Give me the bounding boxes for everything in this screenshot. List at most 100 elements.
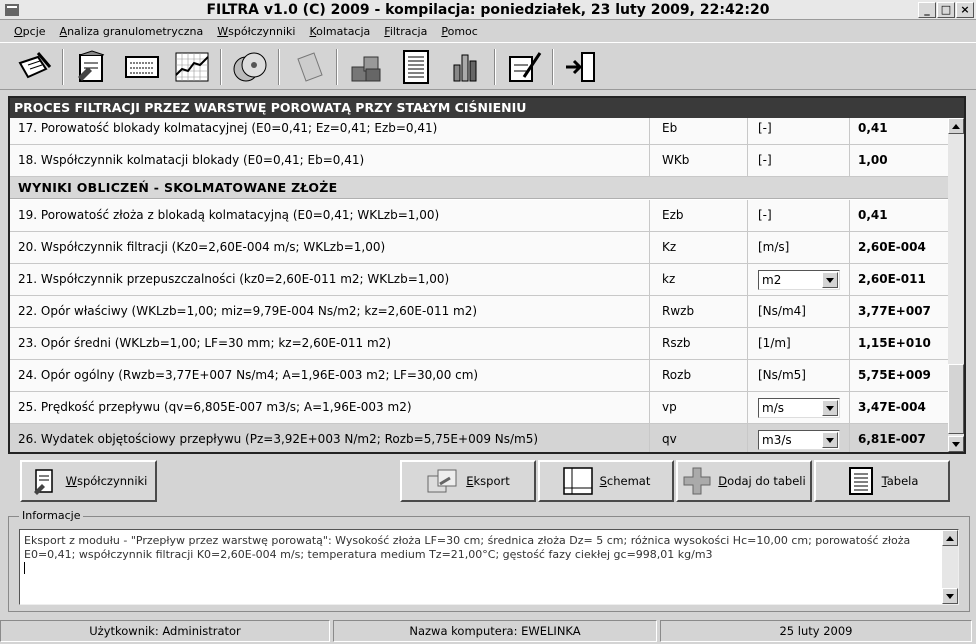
status-date: 25 luty 2009 [660, 620, 972, 642]
row-description: 21. Współczynnik przepuszczalności (kz0=… [10, 264, 650, 295]
unit-select-value: m2 [762, 273, 782, 287]
row-symbol: WKb [650, 145, 748, 176]
row-description: 22. Opór właściwy (WKLzb=1,00; miz=9,79E… [10, 296, 650, 327]
table-row[interactable]: 19. Porowatość złoża z blokadą kolmatacy… [10, 200, 948, 232]
row-description: 26. Wydatek objętościowy przepływu (Pz=3… [10, 424, 650, 452]
status-user: Użytkownik: Administrator [0, 620, 330, 642]
row-description: 17. Porowatość blokady kolmatacyjnej (E0… [10, 118, 650, 144]
scroll-down-button[interactable] [948, 436, 964, 452]
chevron-down-icon[interactable] [822, 400, 838, 416]
row-value: 0,41 [858, 121, 888, 135]
wspolczynniki-label: Współczynniki [65, 474, 148, 488]
menu-bar: Opcje Analiza granulometryczna Współczyn… [0, 21, 976, 41]
list-doc-icon[interactable] [122, 49, 162, 85]
table-row[interactable]: 24. Opór ogólny (Rwzb=3,77E+007 Ns/m4; A… [10, 360, 948, 392]
menu-filtracja[interactable]: Filtracja [384, 25, 427, 38]
plus-icon [683, 467, 711, 495]
table-row[interactable]: 18. Współczynnik kolmatacji blokady (E0=… [10, 145, 948, 177]
chevron-down-icon[interactable] [822, 432, 838, 448]
exit-door-icon[interactable] [562, 49, 602, 85]
row-description: 25. Prędkość przepływu (qv=6,805E-007 m3… [10, 392, 650, 423]
chart-grid-icon[interactable] [172, 49, 212, 85]
unit-select-value: m/s [762, 401, 784, 415]
unit-select[interactable]: m/s [758, 398, 840, 418]
row-unit: [-] [748, 145, 850, 176]
title-bar: FILTRA v1.0 (C) 2009 - kompilacja: ponie… [0, 0, 976, 20]
dodaj-do-tabeli-button[interactable]: Dodaj do tabeli [676, 460, 812, 502]
info-scrollbar[interactable] [942, 530, 958, 604]
table-row[interactable]: 17. Porowatość blokady kolmatacyjnej (E0… [10, 118, 948, 145]
row-unit: [Ns/m4] [748, 296, 850, 327]
eksport-label: Eksport [466, 474, 510, 488]
signature-doc-icon[interactable] [504, 49, 544, 85]
row-symbol: kz [650, 264, 748, 295]
row-description: 24. Opór ogólny (Rwzb=3,77E+007 Ns/m4; A… [10, 360, 650, 391]
info-scroll-down[interactable] [942, 588, 958, 604]
info-group: Informacje Eksport z modułu - "Przepływ … [8, 509, 970, 612]
bar-chart-icon[interactable] [446, 49, 486, 85]
scroll-thumb[interactable] [948, 364, 964, 434]
table-row[interactable]: 21. Współczynnik przepuszczalności (kz0=… [10, 264, 948, 296]
window-title: FILTRA v1.0 (C) 2009 - kompilacja: ponie… [206, 2, 770, 18]
scroll-up-button[interactable] [948, 118, 964, 134]
table-row[interactable]: 20. Współczynnik filtracji (Kz0=2,60E-00… [10, 232, 948, 264]
table-row[interactable]: 23. Opór średni (WKLzb=1,00; LF=30 mm; k… [10, 328, 948, 360]
tabela-button[interactable]: Tabela [814, 460, 950, 502]
section-header: WYNIKI OBLICZEŃ - SKOLMATOWANE ZŁOŻE [10, 177, 948, 199]
row-unit: m3/s [748, 424, 850, 452]
table-row[interactable]: 22. Opór właściwy (WKLzb=1,00; miz=9,79E… [10, 296, 948, 328]
table-row[interactable]: 26. Wydatek objętościowy przepływu (Pz=3… [10, 424, 948, 452]
row-unit: m2 [748, 264, 850, 295]
row-unit: m/s [748, 392, 850, 423]
minimize-button[interactable]: _ [918, 2, 936, 18]
menu-pomoc[interactable]: Pomoc [441, 25, 477, 38]
status-bar: Użytkownik: Administrator Nazwa komputer… [0, 620, 976, 642]
dodaj-label: Dodaj do tabeli [718, 474, 806, 488]
row-value: 6,81E-007 [858, 432, 926, 446]
info-scroll-up[interactable] [942, 530, 958, 546]
results-panel: PROCES FILTRACJI PRZEZ WARSTWĘ POROWATĄ … [8, 96, 966, 454]
grid-scrollbar[interactable] [948, 118, 964, 452]
row-symbol: Kz [650, 232, 748, 263]
row-description: 23. Opór średni (WKLzb=1,00; LF=30 mm; k… [10, 328, 650, 359]
app-icon [5, 4, 19, 16]
document-edit-icon [33, 469, 53, 495]
tabela-label: Tabela [881, 474, 919, 488]
row-symbol: Rozb [650, 360, 748, 391]
export-icon [427, 469, 457, 493]
row-symbol: Ezb [650, 200, 748, 231]
row-value: 3,77E+007 [858, 304, 931, 318]
unit-select[interactable]: m2 [758, 270, 840, 290]
row-value: 1,00 [858, 153, 888, 167]
panel-title: PROCES FILTRACJI PRZEZ WARSTWĘ POROWATĄ … [10, 98, 964, 118]
eksport-button[interactable]: Eksport [400, 460, 536, 502]
row-symbol: qv [650, 424, 748, 452]
schemat-label: Schemat [599, 474, 651, 488]
menu-wspolczynniki[interactable]: Współczynniki [217, 25, 295, 38]
row-value: 3,47E-004 [858, 400, 926, 414]
report-icon[interactable] [396, 49, 436, 85]
unit-select-value: m3/s [762, 433, 792, 447]
info-textarea[interactable]: Eksport z modułu - "Przepływ przez warst… [19, 529, 959, 605]
row-symbol: Rwzb [650, 296, 748, 327]
menu-kolmatacja[interactable]: Kolmatacja [309, 25, 370, 38]
info-legend: Informacje [19, 509, 84, 522]
notepad-pen-icon[interactable] [14, 49, 54, 85]
row-symbol: Rszb [650, 328, 748, 359]
close-button[interactable]: × [956, 2, 974, 18]
row-unit: [-] [748, 118, 850, 144]
status-computer: Nazwa komputera: EWELINKA [333, 620, 657, 642]
book-icon[interactable] [290, 49, 330, 85]
document-edit-icon[interactable] [72, 49, 112, 85]
menu-analiza[interactable]: Analiza granulometryczna [60, 25, 204, 38]
cubes-icon[interactable] [346, 49, 386, 85]
disks-icon[interactable] [230, 49, 270, 85]
menu-opcje[interactable]: Opcje [14, 25, 46, 38]
unit-select[interactable]: m3/s [758, 430, 840, 450]
row-unit: [1/m] [748, 328, 850, 359]
wspolczynniki-button[interactable]: Współczynniki [20, 460, 157, 502]
table-row[interactable]: 25. Prędkość przepływu (qv=6,805E-007 m3… [10, 392, 948, 424]
maximize-button[interactable]: □ [937, 2, 955, 18]
schemat-button[interactable]: Schemat [538, 460, 674, 502]
chevron-down-icon[interactable] [822, 272, 838, 288]
